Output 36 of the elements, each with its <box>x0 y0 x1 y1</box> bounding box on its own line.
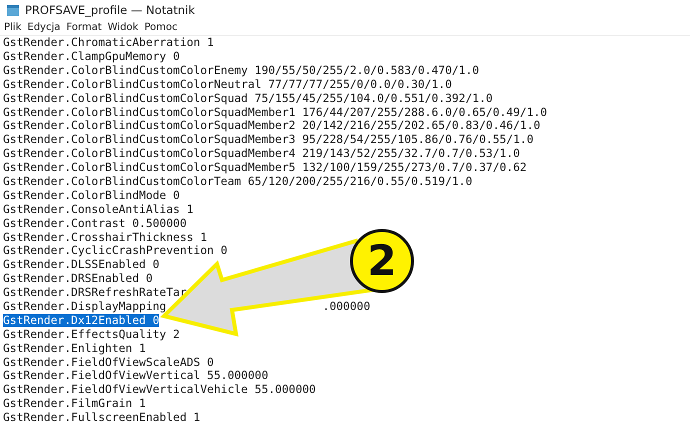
text-line: GstRender.ColorBlindCustomColorSquadMember3 95/228/54/255/105.86/0.76/0.55/1.0 <box>3 133 534 146</box>
text-line: GstRender.ColorBlindMode 0 <box>3 188 180 202</box>
text-line: GstRender.ClampGpuMemory 0 <box>3 50 180 63</box>
text-line: GstRender.Enlighten 1 <box>3 342 146 355</box>
text-line: GstRender.FullscreenEnabled 1 <box>3 411 200 424</box>
text-line: GstRender.DLSSEnabled 0 <box>3 258 160 272</box>
text-line: GstRender.ColorBlindCustomColorSquadMember5 132/100/159/255/273/0.7/0.37/0.62 <box>3 161 527 174</box>
text-line: GstRender.DisplayMapping <box>3 300 166 313</box>
text-line: GstRender.Contrast 0.500000 <box>3 216 187 230</box>
text-line: GstRender.ChromaticAberration 1 <box>3 36 214 50</box>
menu-item[interactable]: Pomoc <box>141 20 180 36</box>
text-line: GstRender.FieldOfViewVertical 55.000000 <box>3 369 268 382</box>
text-line: GstRender.ColorBlindCustomColorSquadMember4 219/143/52/255/32.7/0.7/0.53/1.0 <box>3 147 520 160</box>
text-line: GstRender.FieldOfViewScaleADS 0 <box>3 356 214 369</box>
text-line: GstRender.DRSRefreshRateTar <box>3 286 187 300</box>
text-line: GstRender.EffectsQuality 2 <box>3 328 180 341</box>
text-line: GstRender.DRSEnabled 0 <box>3 272 153 286</box>
notepad-icon <box>6 3 20 18</box>
menu-item[interactable]: Plik <box>1 20 24 36</box>
menu-item[interactable]: Edycja <box>24 20 64 36</box>
text-line: GstRender.ConsoleAntiAlias 1 <box>3 202 194 216</box>
text-line: GstRender.ColorBlindCustomColorNeutral 77/77/77/255/0/0.0/0.30/1.0 <box>3 78 452 91</box>
menu-item[interactable]: Widok <box>104 20 142 36</box>
text-line: GstRender.FilmGrain 1 <box>3 397 146 410</box>
text-line: GstRender.ColorBlindCustomColorSquad 75/155/45/255/104.0/0.551/0.392/1.0 <box>3 92 493 105</box>
window-title: PROFSAVE_profile — Notatnik <box>25 3 195 18</box>
text-line: GstRender.FieldOfViewVerticalVehicle 55.000000 <box>3 383 316 396</box>
text-line: GstRender.CrosshairThickness 1 <box>3 230 208 244</box>
text-line: GstRender.ColorBlindCustomColorSquadMember1 176/44/207/255/288.6.0/0.65/0.49/1.0 <box>3 106 548 119</box>
text-line: GstRender.CyclicCrashPrevention 0 <box>3 244 228 258</box>
text-line: .000000 <box>322 300 370 314</box>
number-badge: 2 <box>350 229 414 294</box>
text-line: GstRender.ColorBlindCustomColorTeam 65/120/200/255/216/0.55/0.519/1.0 <box>3 174 472 188</box>
menu-item[interactable]: Format <box>63 20 105 36</box>
text-line: GstRender.ColorBlindCustomColorSquadMember2 20/142/216/255/202.65/0.83/0.46/1.0 <box>3 119 540 132</box>
text-line: GstRender.ColorBlindCustomColorEnemy 190/55/50/255/2.0/0.583/0.470/1.0 <box>3 64 480 77</box>
